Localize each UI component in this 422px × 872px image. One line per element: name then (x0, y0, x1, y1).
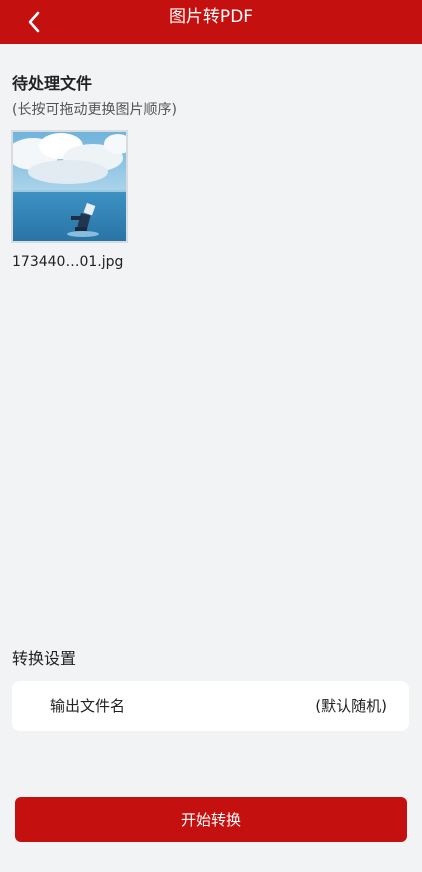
file-thumbnail[interactable] (11, 130, 128, 243)
settings-title: 转换设置 (12, 649, 77, 668)
page-title: 图片转PDF (168, 7, 254, 27)
output-filename-row[interactable]: 输出文件名 (默认随机) (12, 681, 409, 731)
output-filename-value: (默认随机) (315, 697, 387, 715)
thumbnail-image (13, 132, 126, 241)
top-bar: 图片转PDF (0, 0, 422, 44)
start-convert-button[interactable]: 开始转换 (15, 797, 407, 842)
output-filename-label: 输出文件名 (50, 697, 126, 715)
reorder-hint: (长按可拖动更换图片顺序) (12, 102, 177, 118)
pending-files-title: 待处理文件 (12, 74, 93, 93)
file-name: 173440…01.jpg (12, 254, 124, 270)
